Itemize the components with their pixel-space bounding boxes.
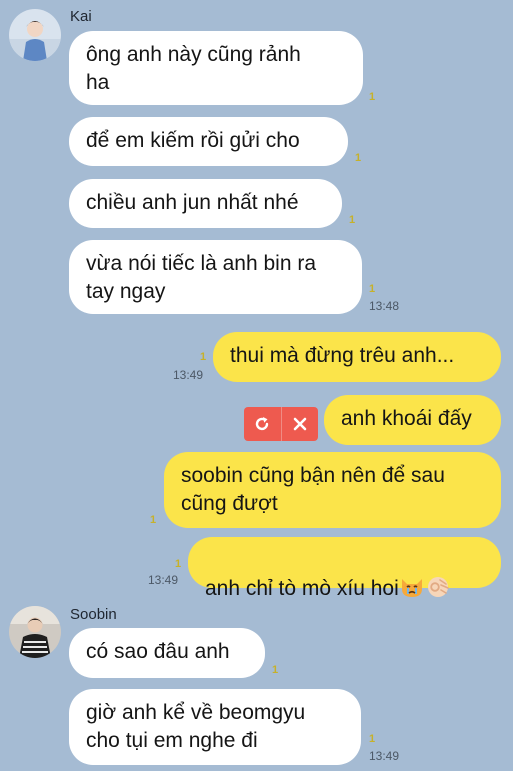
message-bubble[interactable]: có sao đâu anh [69, 628, 265, 678]
unread-count: 1 [369, 91, 376, 103]
failed-message-actions [244, 407, 318, 441]
unread-count: 1 [175, 558, 182, 570]
message-time: 13:48 [369, 299, 400, 313]
unread-count: 1 [369, 283, 376, 295]
message-bubble[interactable]: thui mà đừng trêu anh... [213, 332, 501, 382]
message-bubble[interactable]: ông anh này cũng rảnh ha [69, 31, 363, 105]
message-bubble[interactable]: anh chỉ tò mò xíu hoi [188, 537, 501, 600]
message-bubble[interactable]: vừa nói tiếc là anh bin ra tay ngay [69, 240, 362, 314]
sender-name-kai: Kai [70, 8, 92, 25]
message-bubble[interactable]: chiều anh jun nhất nhé [69, 179, 342, 228]
unread-count: 1 [355, 152, 362, 164]
message-time: 13:49 [148, 573, 179, 587]
unread-count: 1 [200, 351, 207, 363]
message-bubble[interactable]: để em kiếm rồi gửi cho [69, 117, 348, 166]
message-bubble[interactable]: anh khoái đấy [324, 395, 501, 445]
avatar-kai[interactable] [9, 9, 61, 61]
refresh-icon [256, 417, 269, 431]
retry-send-button[interactable] [244, 407, 281, 441]
close-icon [293, 417, 307, 431]
unread-count: 1 [150, 514, 157, 526]
message-time: 13:49 [369, 749, 400, 763]
avatar-soobin[interactable] [9, 606, 61, 658]
message-bubble[interactable]: soobin cũng bận nên để sau cũng đượt [164, 452, 501, 528]
message-text: anh chỉ tò mò xíu hoi [205, 577, 399, 600]
crying-cat-emoji [399, 575, 425, 607]
unread-count: 1 [272, 664, 279, 676]
unread-count: 1 [349, 214, 356, 226]
sender-name-soobin: Soobin [70, 606, 117, 623]
message-time: 13:49 [173, 368, 204, 382]
ok-hand-emoji [425, 575, 451, 607]
delete-message-button[interactable] [280, 407, 319, 441]
message-bubble[interactable]: giờ anh kể về beomgyu cho tụi em nghe đi [69, 689, 361, 765]
unread-count: 1 [369, 733, 376, 745]
